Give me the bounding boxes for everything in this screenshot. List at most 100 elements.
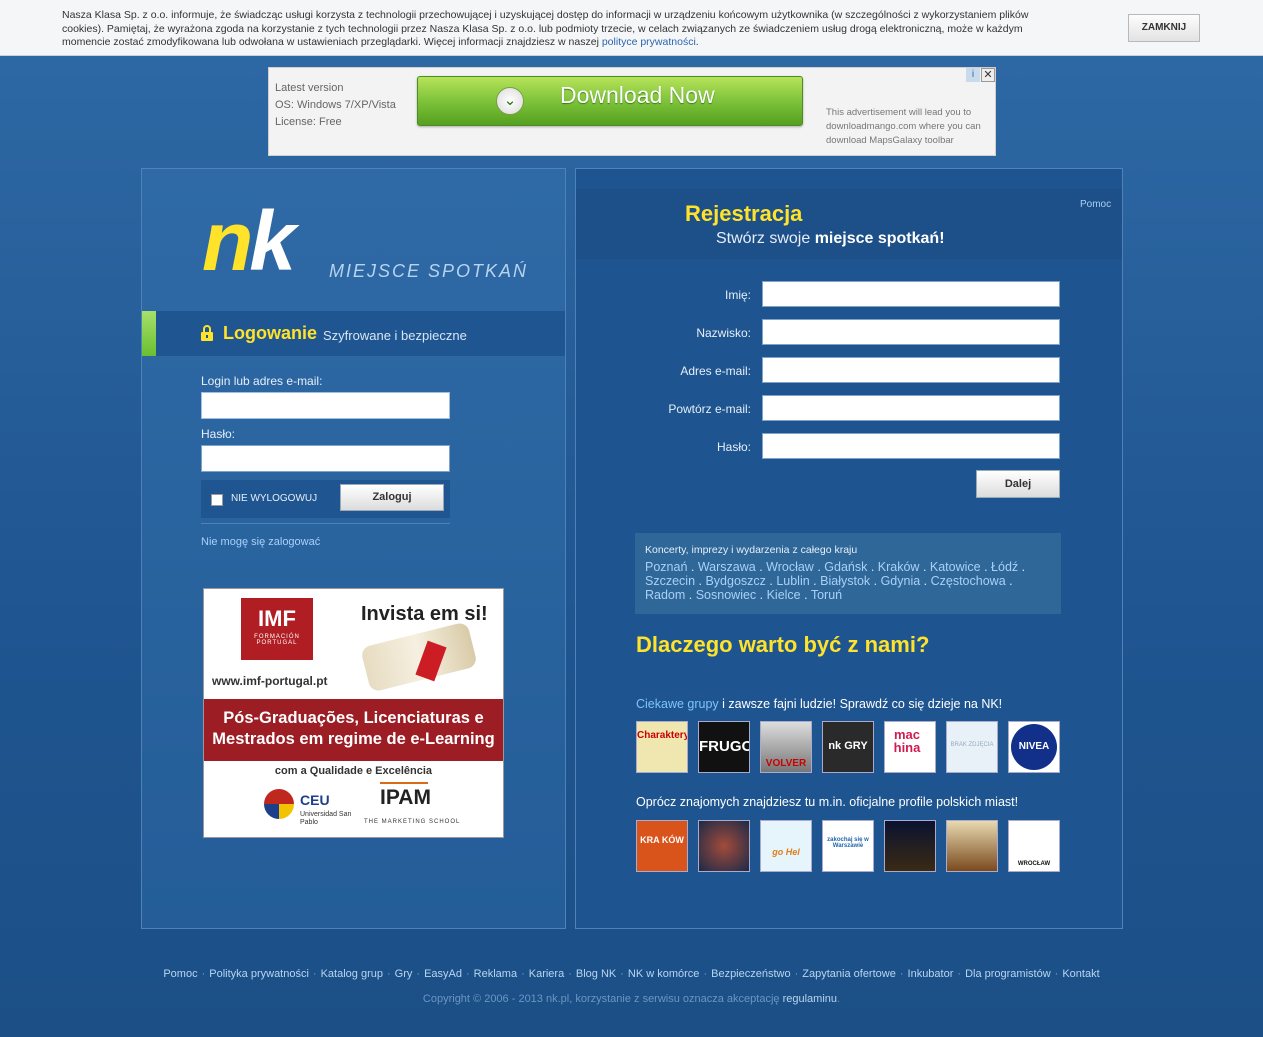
groups-link[interactable]: Ciekawe grupy bbox=[636, 697, 719, 711]
footer-link[interactable]: NK w komórce bbox=[628, 968, 700, 980]
login-input[interactable] bbox=[201, 392, 450, 419]
ad-info-icon[interactable]: i bbox=[966, 68, 980, 82]
footer-links: Pomoc · Polityka prywatności · Katalog grup ·… bbox=[0, 968, 1263, 980]
city-separator: . bbox=[809, 574, 821, 588]
footer-link[interactable]: Dla programistów bbox=[965, 968, 1051, 980]
footer-link[interactable]: Katalog grup bbox=[321, 968, 383, 980]
ad-close-icon[interactable]: ✕ bbox=[981, 68, 995, 82]
city-link[interactable]: Bydgoszcz bbox=[705, 574, 765, 588]
footer-link[interactable]: Kariera bbox=[529, 968, 564, 980]
remember-checkbox[interactable] bbox=[211, 494, 223, 506]
terms-link[interactable]: regulaminu bbox=[783, 993, 837, 1005]
city-thumb-event[interactable] bbox=[946, 820, 998, 872]
footer-separator: · bbox=[386, 968, 391, 980]
city-link[interactable]: Sosnowiec bbox=[696, 588, 756, 602]
download-arrow-icon: ⌄ bbox=[496, 87, 524, 115]
imf-banner-ad[interactable]: IMF FORMACIÓN PORTUGAL www.imf-portugal.… bbox=[203, 588, 504, 838]
remember-label[interactable]: NIE WYLOGOWUJ bbox=[231, 493, 317, 504]
city-link[interactable]: Szczecin bbox=[645, 574, 695, 588]
city-thumb-warszawa[interactable]: zakochaj się w Warszawie bbox=[822, 820, 874, 872]
city-separator: . bbox=[870, 574, 881, 588]
group-thumbnails: Charaktery FRUGO VOLVER nk GRY machina B… bbox=[636, 721, 1066, 775]
register-panel: Rejestracja Stwórz swoje miejsce spotkań… bbox=[575, 168, 1123, 929]
city-link[interactable]: Częstochowa bbox=[931, 574, 1006, 588]
city-separator: . bbox=[1005, 574, 1013, 588]
register-help-link[interactable]: Pomoc bbox=[1080, 199, 1111, 210]
email-label: Adres e-mail: bbox=[680, 364, 751, 378]
city-hel-label: go Hel bbox=[772, 847, 800, 857]
first-name-input[interactable] bbox=[762, 281, 1060, 307]
city-link[interactable]: Toruń bbox=[811, 588, 842, 602]
ceu-name: CEU bbox=[300, 792, 330, 808]
city-link[interactable]: Poznań bbox=[645, 560, 687, 574]
privacy-policy-link[interactable]: polityce prywatności bbox=[602, 36, 696, 48]
register-next-button[interactable]: Dalej bbox=[976, 470, 1060, 498]
city-link[interactable]: Gdańsk bbox=[824, 560, 867, 574]
city-link[interactable]: Kielce bbox=[767, 588, 801, 602]
footer-link[interactable]: Polityka prywatności bbox=[209, 968, 309, 980]
forgot-login-link[interactable]: Nie mogę się zalogować bbox=[201, 536, 320, 548]
repeat-email-input[interactable] bbox=[762, 395, 1060, 421]
footer-link[interactable]: Inkubator bbox=[908, 968, 954, 980]
register-title: Rejestracja bbox=[685, 201, 803, 226]
nk-logo[interactable]: nk MIEJSCE SPOTKAŃ bbox=[202, 199, 526, 283]
group-thumb-machina[interactable]: machina bbox=[884, 721, 936, 773]
footer-link[interactable]: Bezpieczeństwo bbox=[711, 968, 791, 980]
city-link[interactable]: Warszawa bbox=[698, 560, 756, 574]
register-password-input[interactable] bbox=[762, 433, 1060, 459]
groups-text-rest: i zawsze fajni ludzie! Sprawdź co się dz… bbox=[718, 697, 1003, 711]
footer-link[interactable]: Kontakt bbox=[1062, 968, 1099, 980]
footer-link[interactable]: EasyAd bbox=[424, 968, 462, 980]
cookie-notice-text: Nasza Klasa Sp. z o.o. informuje, że świ… bbox=[62, 9, 1029, 48]
repeat-email-label: Powtórz e-mail: bbox=[668, 402, 751, 416]
footer-separator: · bbox=[465, 968, 470, 980]
group-thumb-nk-gry[interactable]: nk GRY bbox=[822, 721, 874, 773]
download-ad[interactable]: Latest version OS: Windows 7/XP/Vista Li… bbox=[268, 67, 996, 156]
footer-link[interactable]: Gry bbox=[395, 968, 413, 980]
city-thumb-krakow[interactable]: KRA KÓW bbox=[636, 820, 688, 872]
group-thumb-volver[interactable]: VOLVER bbox=[760, 721, 812, 773]
city-link[interactable]: Kraków bbox=[878, 560, 920, 574]
group-thumb-nivea[interactable]: NIVEA bbox=[1008, 721, 1060, 773]
city-thumb-wroclaw[interactable]: WROCŁAW bbox=[1008, 820, 1060, 872]
footer-separator: · bbox=[703, 968, 708, 980]
footer-link[interactable]: Zapytania ofertowe bbox=[802, 968, 896, 980]
footer-separator: · bbox=[620, 968, 624, 980]
city-wroclaw-label: WROCŁAW bbox=[1017, 861, 1051, 867]
register-subtitle-plain: Stwórz swoje bbox=[716, 230, 815, 247]
footer-separator: · bbox=[201, 968, 206, 980]
city-link[interactable]: Łódź bbox=[991, 560, 1018, 574]
cookie-close-button[interactable]: ZAMKNIJ bbox=[1128, 14, 1200, 42]
city-separator: . bbox=[813, 560, 825, 574]
group-thumb-frugo[interactable]: FRUGO bbox=[698, 721, 750, 773]
city-link[interactable]: Katowice bbox=[930, 560, 981, 574]
city-link[interactable]: Białystok bbox=[820, 574, 870, 588]
city-thumb-hel[interactable]: go Hel bbox=[760, 820, 812, 872]
ceu-logo-icon bbox=[264, 789, 294, 819]
group-thumb-no-photo[interactable]: BRAK ZDJĘCIA bbox=[946, 721, 998, 773]
group-thumb-charaktery[interactable]: Charaktery bbox=[636, 721, 688, 773]
city-separator: . bbox=[919, 560, 930, 574]
email-input[interactable] bbox=[762, 357, 1060, 383]
footer-link[interactable]: Reklama bbox=[474, 968, 517, 980]
ad-download-button[interactable]: ⌄ Download Now bbox=[417, 76, 803, 126]
imf-logo: IMF FORMACIÓN PORTUGAL bbox=[241, 598, 313, 660]
city-link[interactable]: Radom bbox=[645, 588, 685, 602]
last-name-input[interactable] bbox=[762, 319, 1060, 345]
city-link[interactable]: Lublin bbox=[776, 574, 809, 588]
city-events-box: Koncerty, imprezy i wydarzenia z całego … bbox=[635, 533, 1061, 614]
password-input[interactable] bbox=[201, 445, 450, 472]
city-link[interactable]: Gdynia bbox=[881, 574, 921, 588]
city-thumb-night[interactable] bbox=[884, 820, 936, 872]
footer-link[interactable]: Pomoc bbox=[163, 968, 197, 980]
remember-row: NIE WYLOGOWUJ Zaloguj bbox=[201, 480, 450, 518]
city-separator: . bbox=[755, 560, 767, 574]
login-label: Login lub adres e-mail: bbox=[201, 374, 323, 388]
city-link[interactable]: Wrocław bbox=[766, 560, 814, 574]
logo-letter-k: k bbox=[249, 194, 296, 288]
login-button[interactable]: Zaloguj bbox=[340, 484, 444, 511]
city-thumb-aerial[interactable] bbox=[698, 820, 750, 872]
footer-separator: · bbox=[568, 968, 572, 980]
login-header-stripe bbox=[142, 311, 156, 356]
footer-link[interactable]: Blog NK bbox=[576, 968, 616, 980]
